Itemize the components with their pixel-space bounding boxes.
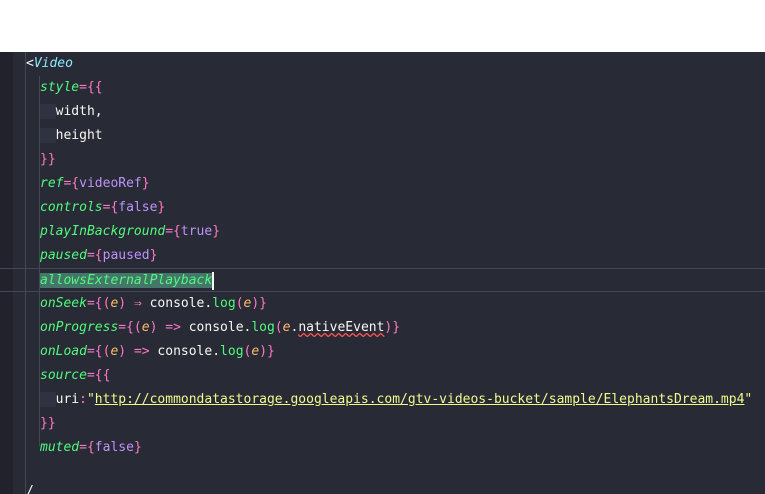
punctuation: )} bbox=[384, 320, 401, 335]
code-line-16[interactable]: }} bbox=[40, 412, 56, 436]
punctuation: . bbox=[212, 344, 221, 359]
punctuation: ) bbox=[149, 320, 166, 335]
punctuation: ( bbox=[274, 320, 283, 335]
punctuation: ) bbox=[118, 344, 134, 359]
punctuation: ={ bbox=[79, 440, 95, 455]
indent-space bbox=[40, 104, 56, 119]
code-line-3[interactable]: width, bbox=[40, 100, 103, 124]
punctuation: ) bbox=[118, 296, 134, 311]
punctuation: ={( bbox=[86, 344, 111, 359]
attr-ref: ref bbox=[40, 176, 64, 191]
tag-open-bracket: < bbox=[26, 56, 34, 71]
code-line-15[interactable]: uri:"http://commondatastorage.googleapis… bbox=[40, 388, 752, 412]
punctuation: ={( bbox=[86, 296, 111, 311]
code-line-19[interactable]: / bbox=[26, 480, 34, 494]
punctuation: }} bbox=[40, 416, 56, 431]
string-quote: " bbox=[86, 392, 95, 407]
attr-style: style bbox=[40, 80, 80, 95]
punctuation: ={ bbox=[63, 176, 80, 191]
code-line-17[interactable]: muted={false} bbox=[40, 436, 142, 460]
jsx-tag-name: Video bbox=[33, 56, 73, 71]
punctuation: } bbox=[157, 200, 166, 215]
function-log: log bbox=[251, 320, 275, 335]
code-line-5[interactable]: }} bbox=[40, 148, 56, 172]
punctuation: )} bbox=[259, 344, 275, 359]
attr-source: source bbox=[40, 368, 87, 383]
style-prop-height: height bbox=[55, 128, 103, 143]
identifier-console: console bbox=[157, 344, 213, 359]
attr-playInBackground: playInBackground bbox=[40, 224, 166, 239]
arrow-operator: ⇒ bbox=[133, 296, 142, 311]
identifier-console: console bbox=[188, 320, 244, 335]
punctuation: } bbox=[133, 440, 142, 455]
attr-paused: paused bbox=[40, 248, 87, 263]
attr-value: videoRef bbox=[79, 176, 142, 191]
code-line-4[interactable]: height bbox=[40, 124, 103, 148]
attr-value: false bbox=[94, 440, 134, 455]
punctuation: }} bbox=[40, 152, 56, 167]
code-line-6[interactable]: ref={videoRef} bbox=[40, 172, 150, 196]
attr-allowsExternalPlayback-selected: allowsExternalPlayback bbox=[40, 273, 213, 288]
code-line-8[interactable]: playInBackground={true} bbox=[40, 220, 220, 244]
code-line-9[interactable]: paused={paused} bbox=[40, 244, 157, 268]
punctuation: )} bbox=[251, 296, 268, 311]
style-prop-width: width, bbox=[55, 104, 103, 119]
attr-controls: controls bbox=[40, 200, 103, 215]
param: e bbox=[251, 344, 260, 359]
function-log: log bbox=[220, 344, 244, 359]
indent-space bbox=[40, 392, 56, 407]
code-line-1[interactable]: <Video bbox=[26, 52, 73, 76]
punctuation: ={( bbox=[118, 320, 142, 335]
arrow-operator: => bbox=[133, 344, 150, 359]
object-key-uri: uri bbox=[55, 392, 80, 407]
video-url-link[interactable]: http://commondatastorage.googleapis.com/… bbox=[95, 392, 745, 407]
code-line-2[interactable]: style={{ bbox=[40, 76, 103, 100]
code-line-13[interactable]: onLoad={(e) => console.log(e)} bbox=[40, 340, 275, 364]
attr-onProgress: onProgress bbox=[40, 320, 119, 335]
code-line-7[interactable]: controls={false} bbox=[40, 196, 165, 220]
attr-value: paused bbox=[102, 248, 150, 263]
punctuation: ( bbox=[235, 296, 244, 311]
arrow-operator: => bbox=[165, 320, 181, 335]
attr-muted: muted bbox=[40, 440, 80, 455]
attr-onSeek: onSeek bbox=[40, 296, 87, 311]
punctuation: : bbox=[79, 392, 87, 407]
punctuation: ={ bbox=[86, 248, 103, 263]
punctuation: } bbox=[149, 248, 158, 263]
code-editor[interactable]: <Video style={{ width, height }} ref={vi… bbox=[0, 52, 765, 494]
attr-onLoad: onLoad bbox=[40, 344, 87, 359]
punctuation: ={{ bbox=[79, 80, 103, 95]
punctuation: } bbox=[212, 224, 221, 239]
indent-space bbox=[40, 128, 56, 143]
text-cursor bbox=[212, 271, 215, 290]
punctuation: } bbox=[141, 176, 150, 191]
punctuation: ={{ bbox=[86, 368, 111, 383]
code-line-14[interactable]: source={{ bbox=[40, 364, 110, 388]
code-line-10-active[interactable]: allowsExternalPlayback bbox=[0, 268, 765, 292]
identifier-console: console bbox=[149, 296, 205, 311]
string-quote: " bbox=[744, 392, 753, 407]
property-nativeEvent-error: nativeEvent bbox=[298, 320, 385, 335]
param: e bbox=[141, 320, 150, 335]
code-line-11[interactable]: onSeek={(e) ⇒ console.log(e)} bbox=[40, 292, 267, 316]
code-line-12[interactable]: onProgress={(e) => console.log(e.nativeE… bbox=[40, 316, 400, 340]
tag-self-close: / bbox=[26, 484, 34, 494]
param: e bbox=[282, 320, 291, 335]
attr-value: true bbox=[180, 224, 213, 239]
attr-value: false bbox=[118, 200, 158, 215]
punctuation: ={ bbox=[102, 200, 119, 215]
punctuation: ={ bbox=[165, 224, 181, 239]
function-log: log bbox=[212, 296, 236, 311]
